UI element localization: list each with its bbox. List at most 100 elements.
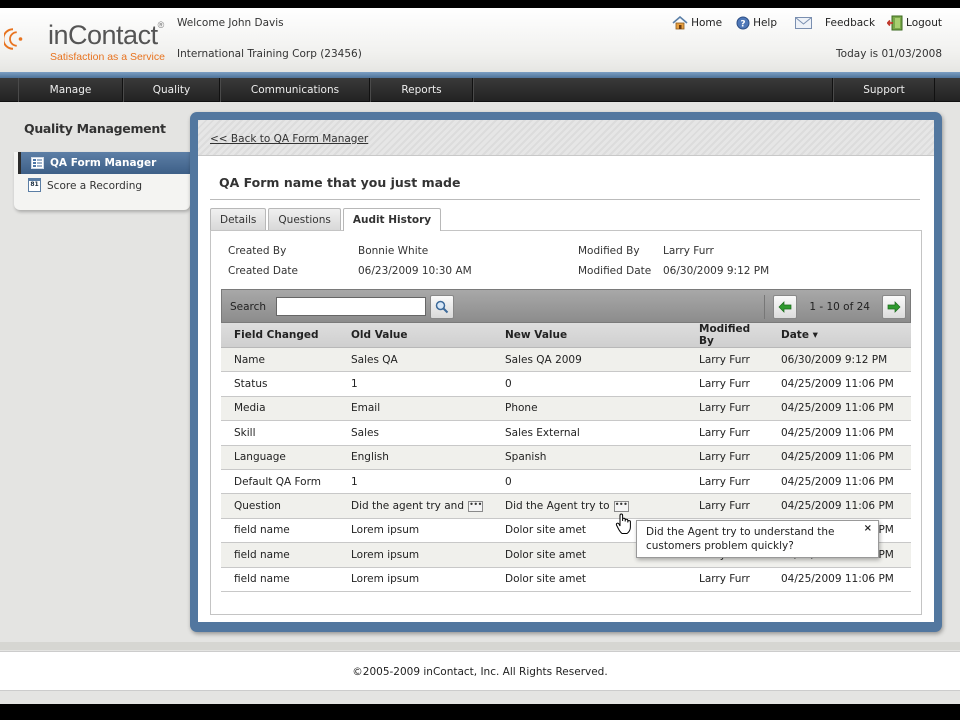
table-row[interactable]: Name Sales QA Sales QA 2009 Larry Furr 06/30…: [221, 347, 911, 373]
tooltip-text: Did the Agent try to understand the cust…: [646, 526, 835, 552]
modified-date-label: Modified Date: [578, 265, 652, 277]
logo-mark-icon: [4, 28, 23, 50]
today-date: Today is 01/03/2008: [836, 48, 942, 60]
app-frame: inContact® Satisfaction as a Service Wel…: [0, 8, 960, 704]
search-input[interactable]: [276, 297, 426, 316]
envelope-icon: [795, 17, 813, 29]
cell-text: Default QA Form: [234, 475, 321, 488]
table-cell: Larry Furr: [686, 469, 768, 495]
table-cell: Lorem ipsum: [338, 567, 492, 592]
logo-text: inContact®: [48, 20, 164, 50]
table-cell: Question: [221, 493, 338, 519]
table-row[interactable]: Language English Spanish Larry Furr 04/25/20…: [221, 445, 911, 470]
tooltip-close-button[interactable]: ×: [864, 522, 872, 536]
help-icon: ?: [736, 16, 750, 30]
cell-text: Language: [234, 451, 286, 464]
cell-text: 1: [351, 378, 358, 391]
cell-text: Email: [351, 402, 381, 415]
table-cell: Spanish: [492, 445, 686, 470]
column-header-field-changed[interactable]: Field Changed: [221, 323, 338, 348]
table-cell: Larry Furr: [686, 347, 768, 373]
cell-text: Dolor site amet: [505, 524, 587, 537]
table-cell: Name: [221, 347, 338, 373]
show-full-value-button[interactable]: •••: [613, 500, 629, 512]
next-page-button[interactable]: [882, 295, 906, 319]
table-cell: Did the agent try and •••: [338, 493, 492, 519]
nav-manage[interactable]: Manage: [18, 78, 123, 102]
tab-questions[interactable]: Questions: [268, 208, 341, 230]
sidebar-item-qa-form-manager[interactable]: QA Form Manager: [18, 152, 190, 174]
table-cell: Status: [221, 371, 338, 397]
table-cell: Larry Furr: [686, 445, 768, 470]
table-row[interactable]: Default QA Form 1 0 Larry Furr 04/25/2009 11…: [221, 469, 911, 495]
cell-text: Status: [234, 378, 268, 391]
table-cell: 04/25/2009 11:06 PM: [768, 445, 911, 470]
cell-text: field name: [234, 573, 290, 586]
cell-text: Larry Furr: [699, 451, 750, 464]
back-to-qa-form-manager-link[interactable]: << Back to QA Form Manager: [210, 133, 368, 145]
table-cell: 04/25/2009 11:06 PM: [768, 493, 911, 519]
arrow-left-icon: [778, 301, 792, 313]
table-row[interactable]: Question Did the agent try and ••• Did the …: [221, 493, 911, 519]
column-header-date[interactable]: Date ▾: [768, 323, 911, 348]
grid-toolbar: Search 1 - 10 of 24: [221, 289, 911, 323]
logout-label: Logout: [906, 17, 942, 29]
tab-audit-history[interactable]: Audit History: [342, 208, 442, 231]
page-title: QA Form name that you just made: [219, 175, 461, 190]
table-cell: 06/30/2009 9:12 PM: [768, 347, 911, 373]
incontact-logo[interactable]: inContact® Satisfaction as a Service: [4, 18, 174, 64]
nav-quality[interactable]: Quality: [123, 78, 220, 102]
cell-text: 04/25/2009 11:06 PM: [781, 500, 894, 513]
search-button[interactable]: [430, 295, 454, 319]
footer-strip: [0, 642, 960, 650]
table-cell: field name: [221, 567, 338, 592]
cell-text: 04/25/2009 11:06 PM: [781, 402, 894, 415]
feedback-link[interactable]: Feedback: [795, 17, 875, 29]
tab-details[interactable]: Details: [210, 208, 267, 230]
nav-support[interactable]: Support: [833, 78, 935, 102]
tab-bar: Details Questions Audit History: [210, 208, 442, 231]
cell-text: Dolor site amet: [505, 548, 587, 561]
logout-door-icon: [887, 15, 903, 31]
nav-communications[interactable]: Communications: [220, 78, 370, 102]
column-header-new-value[interactable]: New Value: [492, 323, 686, 348]
table-cell: Email: [338, 396, 492, 422]
column-header-modified-by[interactable]: Modified By: [686, 323, 768, 348]
table-row[interactable]: Skill Sales Sales External Larry Furr 04/25/…: [221, 420, 911, 446]
logout-link[interactable]: Logout: [887, 15, 942, 31]
cell-text: Larry Furr: [699, 475, 750, 488]
cell-text: field name: [234, 524, 290, 537]
footer: ©2005-2009 inContact, Inc. All Rights Re…: [0, 651, 960, 691]
help-link[interactable]: ? Help: [736, 16, 777, 30]
header: inContact® Satisfaction as a Service Wel…: [0, 8, 960, 72]
table-row[interactable]: Status 1 0 Larry Furr 04/25/2009 11:06 PM: [221, 371, 911, 397]
table-cell: 04/25/2009 11:06 PM: [768, 371, 911, 397]
table-cell: field name: [221, 542, 338, 568]
home-link[interactable]: Home: [672, 16, 722, 30]
modified-by-label: Modified By: [578, 245, 640, 257]
table-cell: Sales QA 2009: [492, 347, 686, 373]
nav-reports[interactable]: Reports: [370, 78, 473, 102]
table-cell: Language: [221, 445, 338, 470]
hand-cursor-icon: [615, 513, 631, 534]
sidebar-item-score-recording[interactable]: 81 Score a Recording: [28, 178, 142, 192]
cell-text: Larry Furr: [699, 500, 750, 513]
table-row[interactable]: Media Email Phone Larry Furr 04/25/2009 11:0…: [221, 396, 911, 422]
table-cell: Phone: [492, 396, 686, 422]
table-cell: Larry Furr: [686, 420, 768, 446]
table-cell: Default QA Form: [221, 469, 338, 495]
show-full-value-button[interactable]: •••: [467, 500, 483, 512]
table-cell: 1: [338, 371, 492, 397]
table-cell: field name: [221, 518, 338, 544]
cell-text: field name: [234, 548, 290, 561]
welcome-text: Welcome John Davis: [177, 17, 284, 29]
table-cell: Larry Furr: [686, 396, 768, 422]
table-row[interactable]: field name Lorem ipsum Dolor site amet Larr…: [221, 567, 911, 592]
table-cell: Sales: [338, 420, 492, 446]
column-header-old-value[interactable]: Old Value: [338, 323, 492, 348]
cell-text: 1: [351, 475, 358, 488]
table-cell: 04/25/2009 11:06 PM: [768, 469, 911, 495]
modified-date-value: 06/30/2009 9:12 PM: [663, 265, 770, 277]
table-cell: Lorem ipsum: [338, 518, 492, 544]
previous-page-button[interactable]: [773, 295, 798, 319]
